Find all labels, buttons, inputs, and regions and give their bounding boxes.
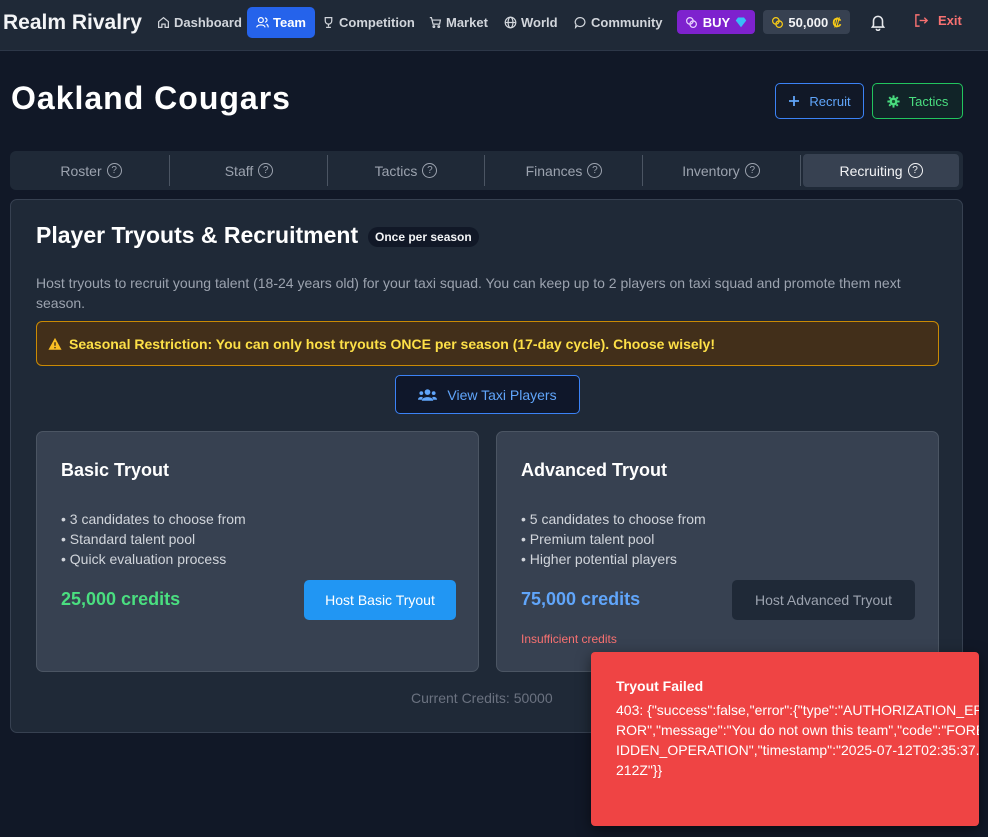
recruit-button[interactable]: Recruit: [775, 83, 864, 119]
currency-symbol: ₡: [832, 14, 842, 30]
help-icon[interactable]: ?: [258, 163, 274, 178]
toast-message: 403: {"success":false,"error":{"type":"A…: [616, 702, 979, 778]
plus-icon: [789, 96, 800, 106]
tactics-label: Tactics: [908, 93, 949, 109]
current-credits: Current Credits: 50000: [411, 690, 553, 706]
brand-logo[interactable]: Realm Rivalry: [3, 11, 142, 35]
list-item: 3 candidates to choose from: [61, 509, 246, 529]
gem-icon: [735, 17, 747, 28]
list-item: Premium talent pool: [521, 529, 706, 549]
error-toast[interactable]: Tryout Failed 403: {"success":false,"err…: [591, 652, 979, 826]
host-basic-tryout-button[interactable]: Host Basic Tryout: [304, 580, 456, 620]
bell-icon[interactable]: [869, 13, 887, 31]
help-icon[interactable]: ?: [106, 163, 122, 178]
advanced-tryout-title: Advanced Tryout: [521, 460, 668, 480]
page-title: Oakland Cougars: [11, 80, 291, 116]
home-icon: [158, 16, 169, 28]
exit-label: Exit: [938, 13, 962, 28]
tab-inventory[interactable]: Inventory ?: [643, 154, 799, 187]
warning-text: Seasonal Restriction: You can only host …: [69, 335, 715, 352]
advanced-tryout-price: 75,000 credits: [521, 589, 641, 609]
nav-dashboard-label: Dashboard: [174, 15, 242, 30]
help-icon[interactable]: ?: [907, 163, 923, 178]
list-item: Quick evaluation process: [61, 549, 246, 569]
nav-competition[interactable]: Competition: [313, 7, 424, 38]
coins-icon: [772, 16, 784, 28]
section-description: Host tryouts to recruit young talent (18…: [36, 275, 901, 311]
users-icon: [256, 17, 269, 28]
nav-market[interactable]: Market: [420, 7, 497, 38]
globe-icon: [504, 16, 517, 29]
tab-tactics[interactable]: Tactics ?: [328, 154, 484, 187]
exit-button[interactable]: Exit: [914, 13, 962, 28]
basic-feature-list: 3 candidates to choose from Standard tal…: [61, 509, 246, 569]
list-item: Higher potential players: [521, 549, 706, 569]
nav-world[interactable]: World: [495, 7, 567, 38]
recruit-label: Recruit: [809, 93, 851, 109]
nav-market-label: Market: [446, 15, 488, 30]
tab-staff[interactable]: Staff ?: [171, 154, 327, 187]
team-tabs: Roster ? Staff ? Tactics ? Finances ? In…: [10, 151, 963, 190]
credits-amount: 50,000: [788, 14, 829, 30]
insufficient-credits-note: Insufficient credits: [521, 632, 617, 646]
cart-icon: [429, 17, 442, 28]
advanced-feature-list: 5 candidates to choose from Premium tale…: [521, 509, 706, 569]
tab-divider: [169, 155, 170, 186]
tab-recruiting[interactable]: Recruiting ?: [803, 154, 959, 187]
users-icon: [418, 388, 438, 401]
basic-tryout-card: Basic Tryout 3 candidates to choose from…: [36, 431, 479, 672]
help-icon[interactable]: ?: [744, 163, 760, 178]
basic-tryout-title: Basic Tryout: [61, 460, 170, 480]
tab-finances[interactable]: Finances ?: [486, 154, 642, 187]
top-nav: Realm Rivalry Dashboard Team Competition…: [0, 0, 988, 51]
gear-icon: [887, 94, 900, 108]
list-item: Standard talent pool: [61, 529, 246, 549]
nav-team[interactable]: Team: [247, 7, 315, 38]
nav-team-label: Team: [273, 15, 306, 30]
tab-divider: [800, 155, 801, 186]
host-advanced-tryout-button[interactable]: Host Advanced Tryout: [732, 580, 915, 620]
help-icon[interactable]: ?: [587, 163, 603, 178]
tab-staff-label: Staff: [224, 162, 254, 179]
credits-balance[interactable]: 50,000 ₡: [763, 10, 850, 34]
nav-community[interactable]: Community: [565, 7, 672, 38]
list-item: 5 candidates to choose from: [521, 509, 706, 529]
tab-recruiting-label: Recruiting: [839, 162, 903, 179]
tab-finances-label: Finances: [525, 162, 583, 179]
toast-title: Tryout Failed: [616, 678, 704, 694]
nav-world-label: World: [521, 15, 558, 30]
buy-label: BUY: [702, 14, 731, 30]
tab-tactics-label: Tactics: [374, 162, 418, 179]
section-title: Player Tryouts & Recruitment: [36, 222, 359, 248]
logout-icon: [915, 14, 929, 27]
tab-roster[interactable]: Roster ?: [13, 154, 169, 187]
view-taxi-players-button[interactable]: View Taxi Players: [395, 375, 580, 414]
trophy-icon: [324, 17, 333, 28]
tab-inventory-label: Inventory: [682, 162, 740, 179]
view-taxi-label: View Taxi Players: [447, 386, 557, 403]
help-icon[interactable]: ?: [422, 163, 438, 178]
coins-icon: [685, 16, 697, 28]
basic-tryout-price: 25,000 credits: [61, 589, 181, 609]
nav-competition-label: Competition: [339, 15, 415, 30]
buy-button[interactable]: BUY: [677, 10, 755, 34]
season-badge: Once per season: [368, 227, 479, 247]
seasonal-warning: Seasonal Restriction: You can only host …: [36, 321, 939, 366]
tab-roster-label: Roster: [60, 162, 102, 179]
nav-dashboard[interactable]: Dashboard: [148, 7, 251, 38]
nav-community-label: Community: [591, 15, 663, 30]
advanced-tryout-card: Advanced Tryout 5 candidates to choose f…: [496, 431, 939, 672]
tab-divider: [484, 155, 485, 186]
chat-bubble-icon: [574, 17, 586, 29]
tactics-button[interactable]: Tactics: [872, 83, 963, 119]
warning-icon: [48, 337, 62, 350]
